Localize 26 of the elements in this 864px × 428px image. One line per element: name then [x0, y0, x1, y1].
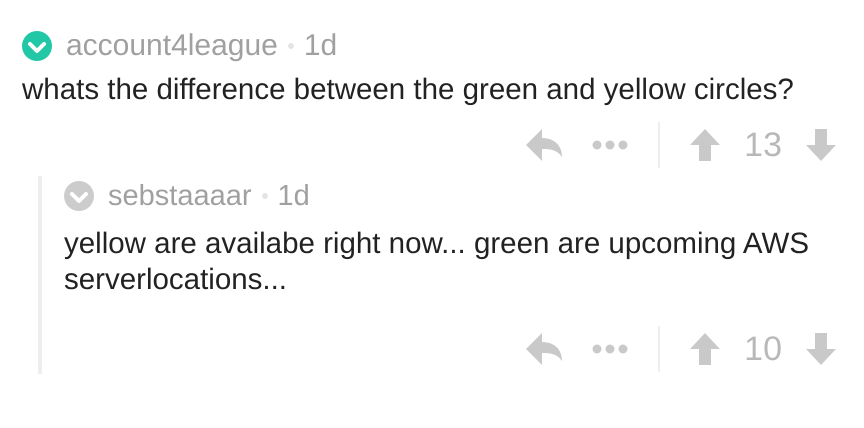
- downvote-button[interactable]: [806, 333, 836, 365]
- down-arrow-icon: [806, 333, 836, 365]
- comment-age: 1d: [304, 29, 338, 63]
- vote-count: 10: [744, 330, 782, 368]
- comment-text: yellow are availabe right now... green are upcoming AWS serverlocations...: [64, 226, 810, 298]
- reply-button[interactable]: [526, 333, 562, 365]
- upvote-button[interactable]: [690, 333, 720, 365]
- reply-arrow-icon: [526, 333, 562, 365]
- comment-age: 1d: [278, 180, 310, 212]
- username[interactable]: sebstaaaar: [108, 180, 252, 212]
- more-options-button[interactable]: [592, 140, 628, 150]
- separator-dot-icon: [288, 43, 294, 49]
- vote-count: 13: [744, 126, 782, 164]
- up-arrow-icon: [690, 333, 720, 365]
- more-options-button[interactable]: [592, 344, 628, 354]
- more-icon: [592, 140, 628, 150]
- comment-text: whats the difference between the green and yellow circles?: [22, 72, 795, 108]
- username[interactable]: account4league: [66, 29, 278, 63]
- up-arrow-icon: [690, 129, 720, 161]
- downvote-button[interactable]: [806, 129, 836, 161]
- reply-button[interactable]: [526, 129, 562, 161]
- more-icon: [592, 344, 628, 354]
- separator-dot-icon: [262, 193, 268, 199]
- reply-arrow-icon: [526, 129, 562, 161]
- upvote-button[interactable]: [690, 129, 720, 161]
- down-arrow-icon: [806, 129, 836, 161]
